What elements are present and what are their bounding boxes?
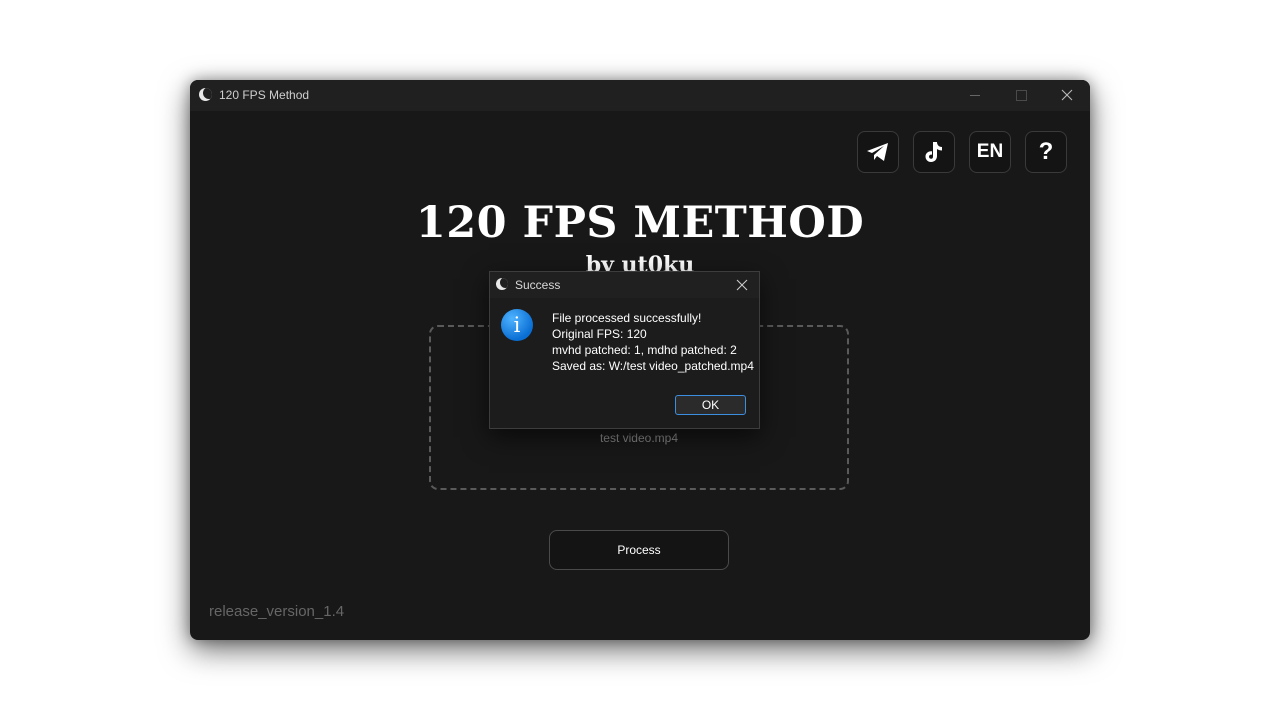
- app-moon-icon: [199, 88, 212, 101]
- minimize-button[interactable]: [952, 80, 998, 111]
- maximize-button[interactable]: [998, 80, 1044, 111]
- tiktok-button[interactable]: [913, 131, 955, 173]
- page-title: 120 FPS METHOD: [415, 198, 865, 248]
- close-icon: [736, 279, 748, 291]
- app-moon-icon: [496, 278, 508, 290]
- language-button[interactable]: EN: [969, 131, 1011, 173]
- selected-file-name: test video.mp4: [599, 431, 679, 445]
- help-label: ?: [1038, 138, 1054, 165]
- telegram-icon: [867, 143, 888, 161]
- process-button[interactable]: Process: [549, 530, 729, 570]
- telegram-button[interactable]: [857, 131, 899, 173]
- ok-button[interactable]: OK: [675, 395, 746, 415]
- info-icon: i: [501, 309, 533, 341]
- message-line: File processed successfully!: [552, 311, 702, 325]
- dialog-title-bar[interactable]: Success: [490, 272, 759, 298]
- title-bar[interactable]: 120 FPS Method: [190, 80, 1090, 111]
- success-dialog: Success i File processed successfully! O…: [489, 271, 760, 429]
- message-line: Saved as: W:/test video_patched.mp4: [552, 359, 754, 373]
- window-title: 120 FPS Method: [219, 88, 310, 102]
- dialog-close-button[interactable]: [736, 278, 748, 296]
- dialog-message: File processed successfully! Original FP…: [552, 310, 754, 374]
- dialog-title: Success: [515, 278, 561, 292]
- tiktok-icon: [925, 142, 942, 162]
- close-button[interactable]: [1044, 80, 1090, 111]
- version-label: release_version_1.4: [209, 603, 345, 620]
- message-line: mvhd patched: 1, mdhd patched: 2: [552, 343, 737, 357]
- help-button[interactable]: ?: [1025, 131, 1067, 173]
- message-line: Original FPS: 120: [552, 327, 647, 341]
- close-icon: [1061, 89, 1073, 101]
